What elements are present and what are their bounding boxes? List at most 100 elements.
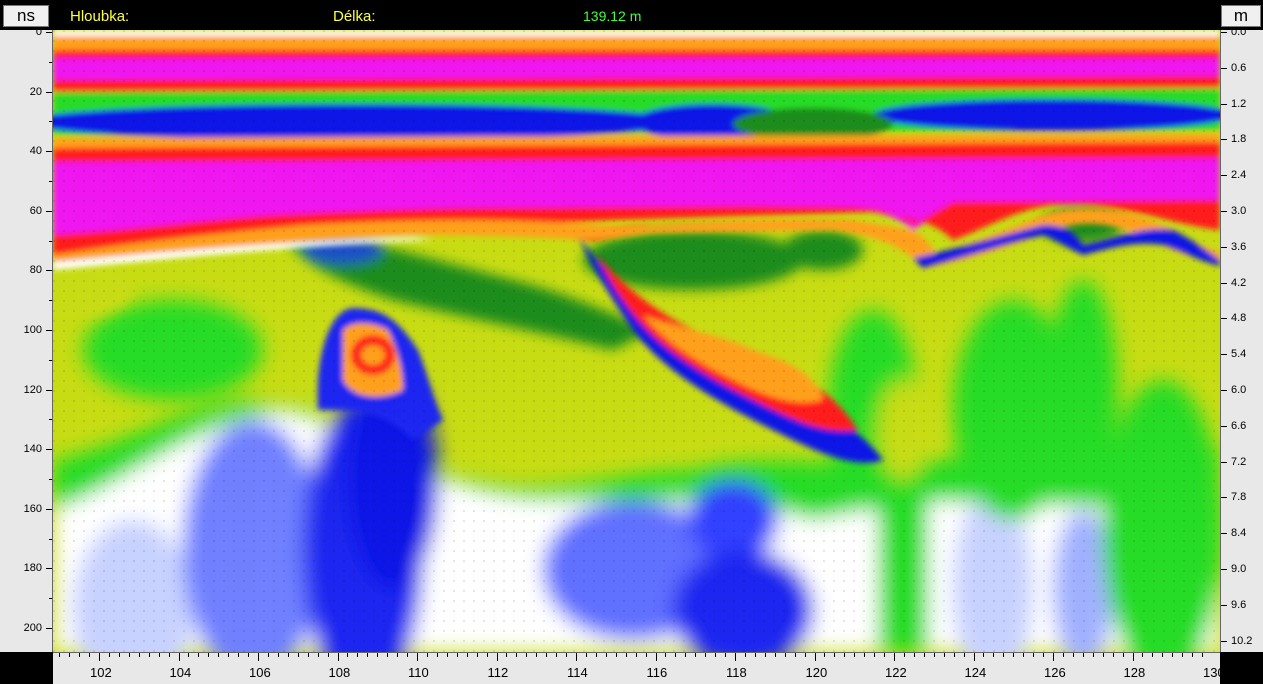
depth-tick-mark [1221, 282, 1227, 284]
distance-tick-mark [903, 653, 905, 657]
depth-tick-label: 9.6 [1231, 598, 1247, 611]
depth-tick-mark [1221, 533, 1227, 535]
distance-tick-mark [655, 653, 657, 661]
time-tick-label: 160 [23, 502, 42, 515]
time-tick-label: 60 [29, 204, 42, 217]
distance-tick-mark [824, 653, 826, 657]
distance-tick-mark [258, 653, 259, 661]
distance-tick-mark [913, 653, 915, 657]
distance-tick-mark [357, 653, 359, 657]
distance-tick-mark [79, 653, 81, 657]
depth-tick-label: 3.0 [1231, 205, 1247, 217]
radargram-plot[interactable] [53, 30, 1220, 652]
time-minor-tick [49, 91, 52, 93]
distance-tick-label: 108 [328, 665, 351, 680]
depth-tick-mark [1221, 211, 1227, 212]
distance-tick-mark [148, 653, 150, 657]
distance-tick-mark [874, 653, 876, 657]
depth-tick-label: 7.2 [1231, 455, 1247, 468]
time-tick-label: 200 [23, 622, 42, 634]
distance-tick-mark [1053, 653, 1054, 661]
distance-tick-mark [894, 653, 895, 661]
time-minor-tick [49, 628, 52, 629]
time-unit-label: ns [3, 5, 49, 27]
radargram-image [53, 30, 1220, 652]
depth-tick-mark [1221, 461, 1227, 463]
time-minor-tick [49, 419, 52, 421]
distance-tick-mark [108, 653, 110, 657]
depth-axis: 0.0 0.6 1.2 1.8 2.4 3.0 3.6 4.2 4.8 5.4 6.0 6.6 7.2 7… [1220, 26, 1263, 652]
distance-tick-mark [168, 653, 170, 657]
distance-tick-mark [804, 653, 806, 657]
time-minor-tick [49, 270, 52, 272]
depth-tick-label: 9.0 [1231, 563, 1247, 575]
distance-tick-mark [675, 653, 677, 657]
length-value: 139.12 m [583, 8, 642, 24]
distance-tick-mark [397, 653, 399, 657]
depth-tick-label: 1.8 [1231, 133, 1247, 146]
distance-tick-mark [735, 653, 736, 661]
distance-tick-mark [208, 653, 210, 657]
distance-tick-mark [864, 653, 866, 657]
distance-tick-mark [367, 653, 369, 657]
distance-tick-mark [1202, 653, 1204, 657]
distance-tick-mark [814, 653, 816, 661]
time-minor-tick [49, 61, 52, 63]
distance-tick-mark [595, 653, 597, 657]
length-label: Délka: [333, 8, 376, 25]
distance-tick-mark [884, 653, 886, 657]
distance-tick-mark [1112, 653, 1114, 657]
distance-tick-mark [1122, 653, 1124, 657]
distance-tick-label: 116 [646, 665, 668, 680]
distance-tick-mark [526, 653, 528, 657]
distance-tick-mark [1023, 653, 1025, 657]
time-minor-tick [49, 181, 52, 182]
distance-tick-mark [685, 653, 687, 657]
distance-tick-label: 110 [408, 665, 429, 680]
distance-tick-mark [158, 653, 160, 657]
distance-tick-mark [764, 653, 766, 657]
depth-tick-mark [1221, 390, 1227, 391]
distance-tick-mark [277, 653, 279, 657]
distance-tick-mark [983, 653, 985, 657]
distance-tick-label: 118 [726, 665, 747, 680]
distance-tick-mark [327, 653, 329, 657]
distance-tick-mark [1072, 653, 1074, 657]
distance-tick-mark [417, 653, 418, 661]
time-minor-tick [49, 121, 52, 123]
distance-tick-mark [218, 653, 220, 657]
distance-tick-mark [635, 653, 637, 657]
distance-tick-mark [228, 653, 230, 657]
depth-tick-label: 6.6 [1231, 419, 1247, 432]
header-bar: ns Hloubka: Délka: 139.12 m m [0, 0, 1263, 30]
distance-tick-label: 120 [805, 665, 828, 680]
distance-tick-mark [536, 653, 538, 657]
distance-tick-mark [198, 653, 200, 657]
distance-tick-mark [516, 653, 518, 657]
time-minor-tick [49, 359, 52, 361]
distance-tick-mark [1142, 653, 1144, 657]
distance-tick-label: 106 [249, 665, 271, 680]
distance-tick-mark [784, 653, 786, 657]
depth-tick-mark [1221, 604, 1227, 606]
time-tick-label: 20 [29, 85, 42, 98]
depth-tick-label: 10.2 [1231, 634, 1253, 647]
distance-tick-mark [1013, 653, 1015, 657]
time-minor-tick [49, 389, 52, 391]
distance-tick-mark [774, 653, 776, 657]
depth-tick-mark [1221, 103, 1227, 105]
distance-tick-mark [317, 653, 319, 657]
depth-tick-label: 6.0 [1231, 384, 1247, 396]
time-minor-tick [49, 210, 52, 212]
depth-tick-label: 4.8 [1231, 312, 1247, 325]
time-tick-label: 180 [23, 562, 42, 575]
depth-unit-label: m [1221, 5, 1261, 27]
distance-tick-mark [486, 653, 488, 657]
time-minor-tick [49, 598, 52, 600]
distance-tick-mark [854, 653, 856, 657]
depth-tick-label: 4.2 [1231, 276, 1247, 289]
distance-tick-mark [238, 653, 240, 657]
distance-tick-mark [89, 653, 91, 657]
distance-tick-mark [844, 653, 846, 657]
distance-tick-label: 122 [885, 665, 907, 680]
